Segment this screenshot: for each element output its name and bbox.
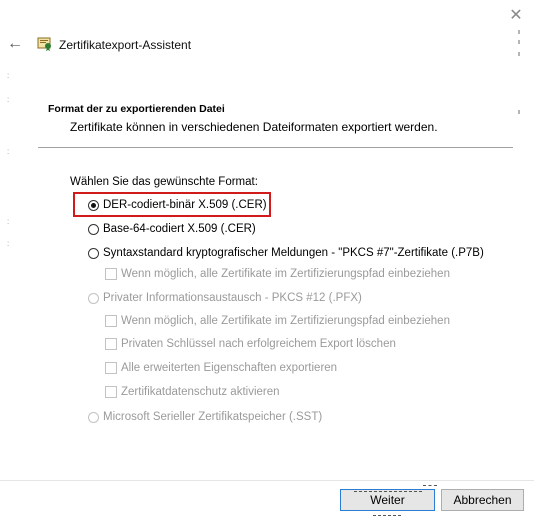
right-edge-mark bbox=[518, 110, 520, 114]
focus-indicator bbox=[354, 491, 422, 492]
checkbox-pfx-privacy: Zertifikatdatenschutz aktivieren bbox=[105, 384, 280, 400]
header-divider bbox=[38, 147, 513, 148]
section-heading: Format der zu exportierenden Datei bbox=[48, 103, 225, 115]
radio-label: Microsoft Serieller Zertifikatspeicher (… bbox=[103, 411, 323, 423]
radio-base64-cer[interactable]: Base-64-codiert X.509 (.CER) bbox=[88, 221, 256, 237]
back-arrow-icon[interactable]: ← bbox=[4, 33, 26, 55]
section-description: Zertifikate können in verschiedenen Date… bbox=[70, 120, 438, 134]
checkbox-label: Wenn möglich, alle Zertifikate im Zertif… bbox=[121, 268, 450, 280]
next-button[interactable]: Weiter bbox=[340, 489, 435, 511]
radio-label: Base-64-codiert X.509 (.CER) bbox=[103, 223, 256, 235]
checkbox bbox=[105, 338, 117, 350]
right-edge-mark bbox=[518, 30, 520, 34]
radio-pkcs7-p7b[interactable]: Syntaxstandard kryptografischer Meldunge… bbox=[88, 245, 484, 261]
footer-divider bbox=[0, 480, 534, 481]
left-edge-mark: : bbox=[7, 239, 10, 248]
focus-indicator bbox=[423, 485, 437, 486]
radio-button[interactable] bbox=[88, 223, 99, 235]
checkbox bbox=[105, 315, 117, 327]
checkbox-label: Privaten Schlüssel nach erfolgreichem Ex… bbox=[121, 338, 396, 350]
wizard-title: Zertifikatexport-Assistent bbox=[59, 38, 192, 52]
checkbox bbox=[105, 386, 117, 398]
radio-der-cer[interactable]: DER-codiert-binär X.509 (.CER) bbox=[88, 197, 267, 213]
left-edge-mark: : bbox=[7, 95, 10, 104]
checkbox bbox=[105, 362, 117, 374]
checkbox-label: Alle erweiterten Eigenschaften exportier… bbox=[121, 362, 338, 374]
checkbox-pfx-delete-key: Privaten Schlüssel nach erfolgreichem Ex… bbox=[105, 336, 396, 352]
radio-sst: Microsoft Serieller Zertifikatspeicher (… bbox=[88, 409, 322, 425]
checkbox-pkcs7-include-chain: Wenn möglich, alle Zertifikate im Zertif… bbox=[105, 266, 450, 282]
checkbox-pfx-include-chain: Wenn möglich, alle Zertifikate im Zertif… bbox=[105, 313, 450, 329]
focus-indicator bbox=[373, 515, 401, 516]
radio-button-disabled bbox=[88, 292, 99, 304]
radio-label: Privater Informationsaustausch - PKCS #1… bbox=[103, 292, 362, 304]
right-edge-mark bbox=[518, 40, 520, 44]
checkbox-label: Wenn möglich, alle Zertifikate im Zertif… bbox=[121, 315, 450, 327]
checkbox bbox=[105, 268, 117, 280]
checkbox-pfx-extended-properties: Alle erweiterten Eigenschaften exportier… bbox=[105, 360, 337, 376]
left-edge-mark: : bbox=[7, 217, 10, 226]
radio-button-selected[interactable] bbox=[88, 199, 99, 211]
radio-label: DER-codiert-binär X.509 (.CER) bbox=[103, 199, 267, 211]
right-edge-mark bbox=[518, 52, 520, 56]
radio-label: Syntaxstandard kryptografischer Meldunge… bbox=[103, 247, 484, 259]
radio-button-disabled bbox=[88, 411, 99, 423]
close-icon[interactable]: ✕ bbox=[505, 6, 527, 26]
radio-button[interactable] bbox=[88, 247, 99, 259]
radio-pfx: Privater Informationsaustausch - PKCS #1… bbox=[88, 290, 362, 306]
format-group-label: Wählen Sie das gewünschte Format: bbox=[70, 176, 258, 188]
certificate-wizard-icon bbox=[37, 37, 51, 51]
cancel-button[interactable]: Abbrechen bbox=[441, 489, 524, 511]
checkbox-label: Zertifikatdatenschutz aktivieren bbox=[121, 386, 280, 398]
left-edge-mark: : bbox=[7, 71, 10, 80]
left-edge-mark: : bbox=[7, 147, 10, 156]
